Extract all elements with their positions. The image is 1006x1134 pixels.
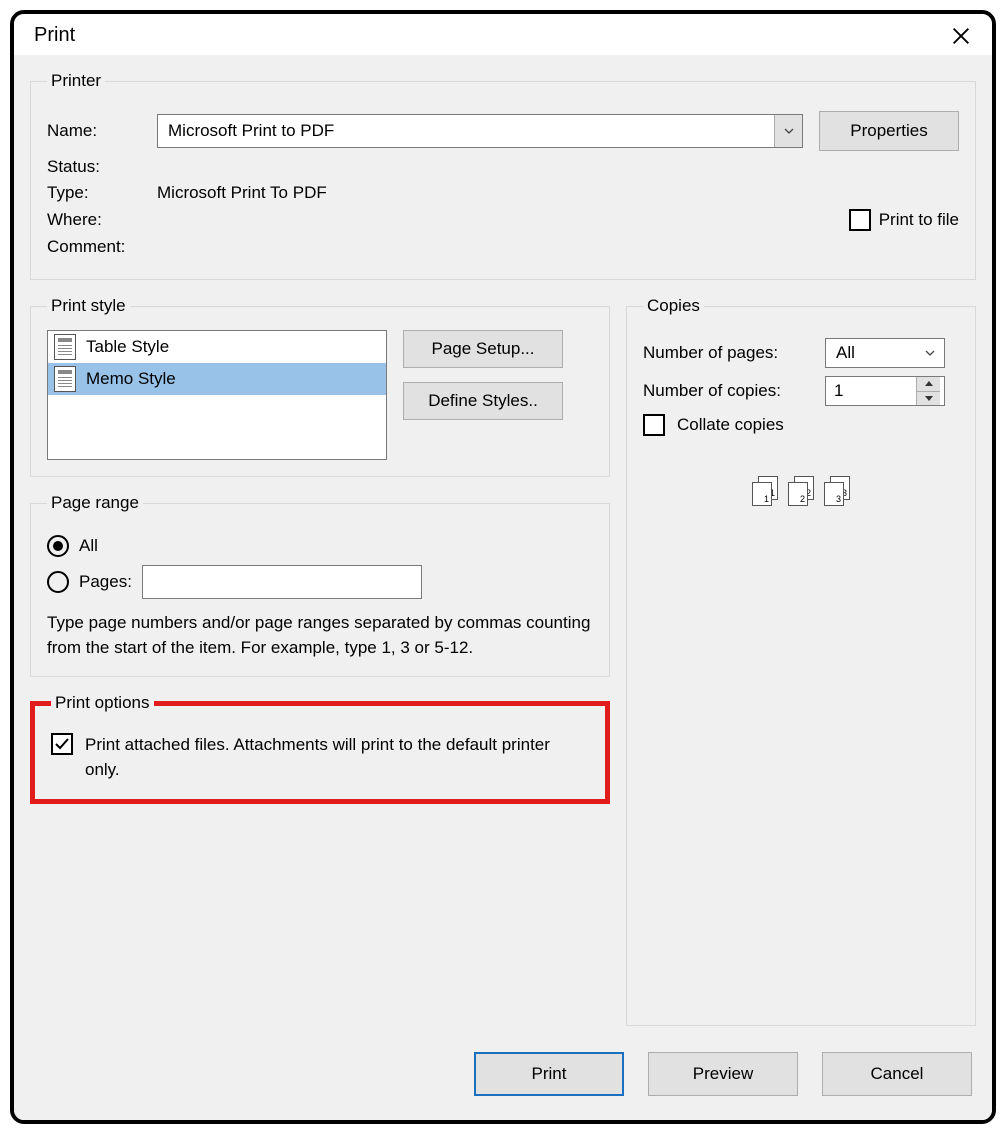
page-range-hint: Type page numbers and/or page ranges sep… [47,611,593,660]
page-range-all-label: All [79,536,98,556]
number-of-copies-label: Number of copies: [643,381,813,401]
page-range-pages-label: Pages: [79,572,132,592]
collate-illustration: 1 1 2 2 3 3 [643,476,959,506]
printer-type-value: Microsoft Print To PDF [157,183,959,203]
print-to-file-checkbox[interactable] [849,209,871,231]
dialog-body: Printer Name: Microsoft Print to PDF Pro… [14,55,992,1120]
style-item-table[interactable]: Table Style [48,331,386,363]
printer-name-label: Name: [47,121,157,141]
printer-status-label: Status: [47,157,157,177]
print-style-list[interactable]: Table Style Memo Style [47,330,387,460]
print-attached-label: Print attached files. Attachments will p… [85,733,589,782]
printer-name-select[interactable]: Microsoft Print to PDF [157,114,803,148]
page-range-all-radio[interactable] [47,535,69,557]
number-of-copies-input[interactable] [826,377,916,405]
spinner-up-icon[interactable] [917,377,940,392]
page-setup-button[interactable]: Page Setup... [403,330,563,368]
number-of-pages-select[interactable]: All [825,338,945,368]
print-to-file-label: Print to file [879,210,959,230]
print-button[interactable]: Print [474,1052,624,1096]
style-item-label: Memo Style [86,369,176,389]
number-of-pages-value: All [826,339,916,367]
titlebar: Print [14,14,992,55]
page-stack-icon: 1 1 [752,476,778,506]
page-range-legend: Page range [47,493,143,513]
number-of-pages-label: Number of pages: [643,343,813,363]
print-dialog: Print Printer Name: Microsoft Print to P… [10,10,996,1124]
page-range-pages-radio[interactable] [47,571,69,593]
close-icon[interactable] [950,25,972,47]
printer-legend: Printer [47,71,105,91]
define-styles-button[interactable]: Define Styles.. [403,382,563,420]
print-options-legend: Print options [51,693,154,713]
style-item-memo[interactable]: Memo Style [48,363,386,395]
memo-style-icon [54,366,76,392]
collate-checkbox[interactable] [643,414,665,436]
copies-legend: Copies [643,296,704,316]
number-of-copies-spinner[interactable] [825,376,945,406]
copies-group: Copies Number of pages: All Number of co… [626,296,976,1026]
page-stack-icon: 2 2 [788,476,814,506]
print-style-group: Print style Table Style Memo Style [30,296,610,477]
chevron-down-icon [916,339,944,367]
dialog-title: Print [34,24,75,47]
printer-group: Printer Name: Microsoft Print to PDF Pro… [30,71,976,280]
dialog-footer: Print Preview Cancel [30,1034,976,1100]
page-stack-icon: 3 3 [824,476,850,506]
page-range-group: Page range All Pages: Type page numbers … [30,493,610,677]
print-attached-checkbox[interactable] [51,733,73,755]
preview-button[interactable]: Preview [648,1052,798,1096]
style-item-label: Table Style [86,337,169,357]
print-style-legend: Print style [47,296,130,316]
printer-where-label: Where: [47,210,157,230]
properties-button[interactable]: Properties [819,111,959,151]
page-range-pages-input[interactable] [142,565,422,599]
chevron-down-icon [774,115,802,147]
printer-type-label: Type: [47,183,157,203]
printer-name-value: Microsoft Print to PDF [158,115,774,147]
printer-comment-label: Comment: [47,237,157,257]
table-style-icon [54,334,76,360]
spinner-down-icon[interactable] [917,392,940,406]
cancel-button[interactable]: Cancel [822,1052,972,1096]
collate-label: Collate copies [677,415,784,435]
print-options-group: Print options Print attached files. Atta… [30,693,610,803]
